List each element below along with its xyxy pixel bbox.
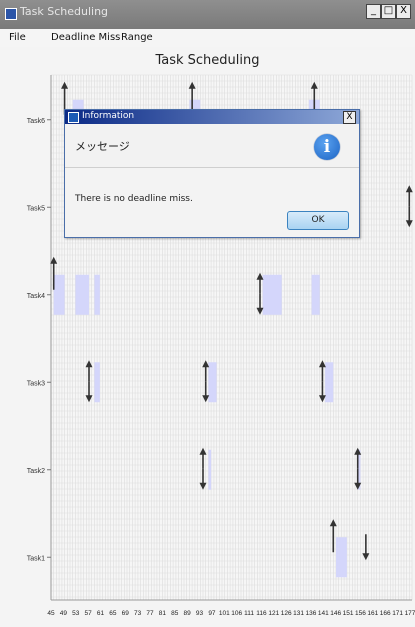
y-tick-label: Task5: [27, 205, 45, 212]
execution-bar: [311, 274, 320, 315]
x-tick-label: 61: [97, 610, 105, 617]
execution-bar: [75, 274, 89, 315]
x-tick-label: 171: [392, 610, 403, 617]
execution-bar: [94, 274, 100, 315]
y-tick-label: Task4: [27, 293, 45, 300]
x-tick-label: 49: [60, 610, 68, 617]
execution-bar: [94, 362, 100, 403]
x-tick-label: 89: [184, 610, 192, 617]
execution-bar: [208, 449, 212, 490]
y-tick-label: Task1: [27, 555, 45, 562]
y-tick-label: Task3: [27, 380, 45, 387]
execution-bar: [208, 362, 217, 403]
x-tick-label: 65: [109, 610, 117, 617]
execution-bar: [336, 537, 347, 578]
x-tick-label: 146: [330, 610, 341, 617]
x-tick-label: 45: [47, 610, 55, 617]
dialog-titlebar: Information X: [65, 110, 359, 124]
x-tick-label: 101: [219, 610, 230, 617]
y-tick-label: Task2: [27, 468, 45, 475]
x-tick-label: 166: [380, 610, 391, 617]
dialog-title: Information: [82, 111, 135, 121]
dialog-header: メッセージ i: [65, 125, 359, 168]
dialog-close-button[interactable]: X: [343, 111, 356, 124]
x-tick-label: 177: [405, 610, 415, 617]
execution-bar: [53, 274, 65, 315]
x-tick-label: 151: [343, 610, 354, 617]
x-tick-label: 69: [122, 610, 130, 617]
x-tick-label: 136: [306, 610, 317, 617]
dialog-header-text: メッセージ: [75, 140, 130, 153]
x-tick-label: 161: [367, 610, 378, 617]
execution-bar: [325, 362, 334, 403]
x-tick-label: 97: [208, 610, 216, 617]
schedule-chart: Task1 Task2 Task3 Task4 Task5 Task6 45 49 53 57 61…: [27, 74, 415, 617]
x-tick-label: 111: [244, 610, 254, 617]
x-tick-label: 131: [293, 610, 304, 617]
x-tick-label: 73: [134, 610, 142, 617]
ok-button[interactable]: OK: [287, 211, 349, 230]
x-tick-label: 53: [72, 610, 80, 617]
x-tick-label: 141: [318, 610, 329, 617]
y-tick-label: Task6: [27, 118, 45, 125]
x-tick-label: 116: [256, 610, 267, 617]
x-tick-label: 85: [171, 610, 179, 617]
dialog-app-icon: [68, 112, 79, 123]
x-tick-label: 156: [355, 610, 366, 617]
x-tick-label: 106: [231, 610, 242, 617]
execution-bar: [262, 274, 282, 315]
x-tick-label: 57: [85, 610, 93, 617]
x-tick-label: 93: [196, 610, 204, 617]
info-icon: i: [314, 134, 340, 160]
x-tick-label: 81: [159, 610, 167, 617]
information-dialog: Information X メッセージ i There is no deadli…: [64, 109, 360, 238]
x-tick-label: 77: [146, 610, 154, 617]
dialog-message: There is no deadline miss.: [75, 194, 193, 204]
x-tick-label: 126: [281, 610, 292, 617]
x-tick-label: 121: [268, 610, 279, 617]
